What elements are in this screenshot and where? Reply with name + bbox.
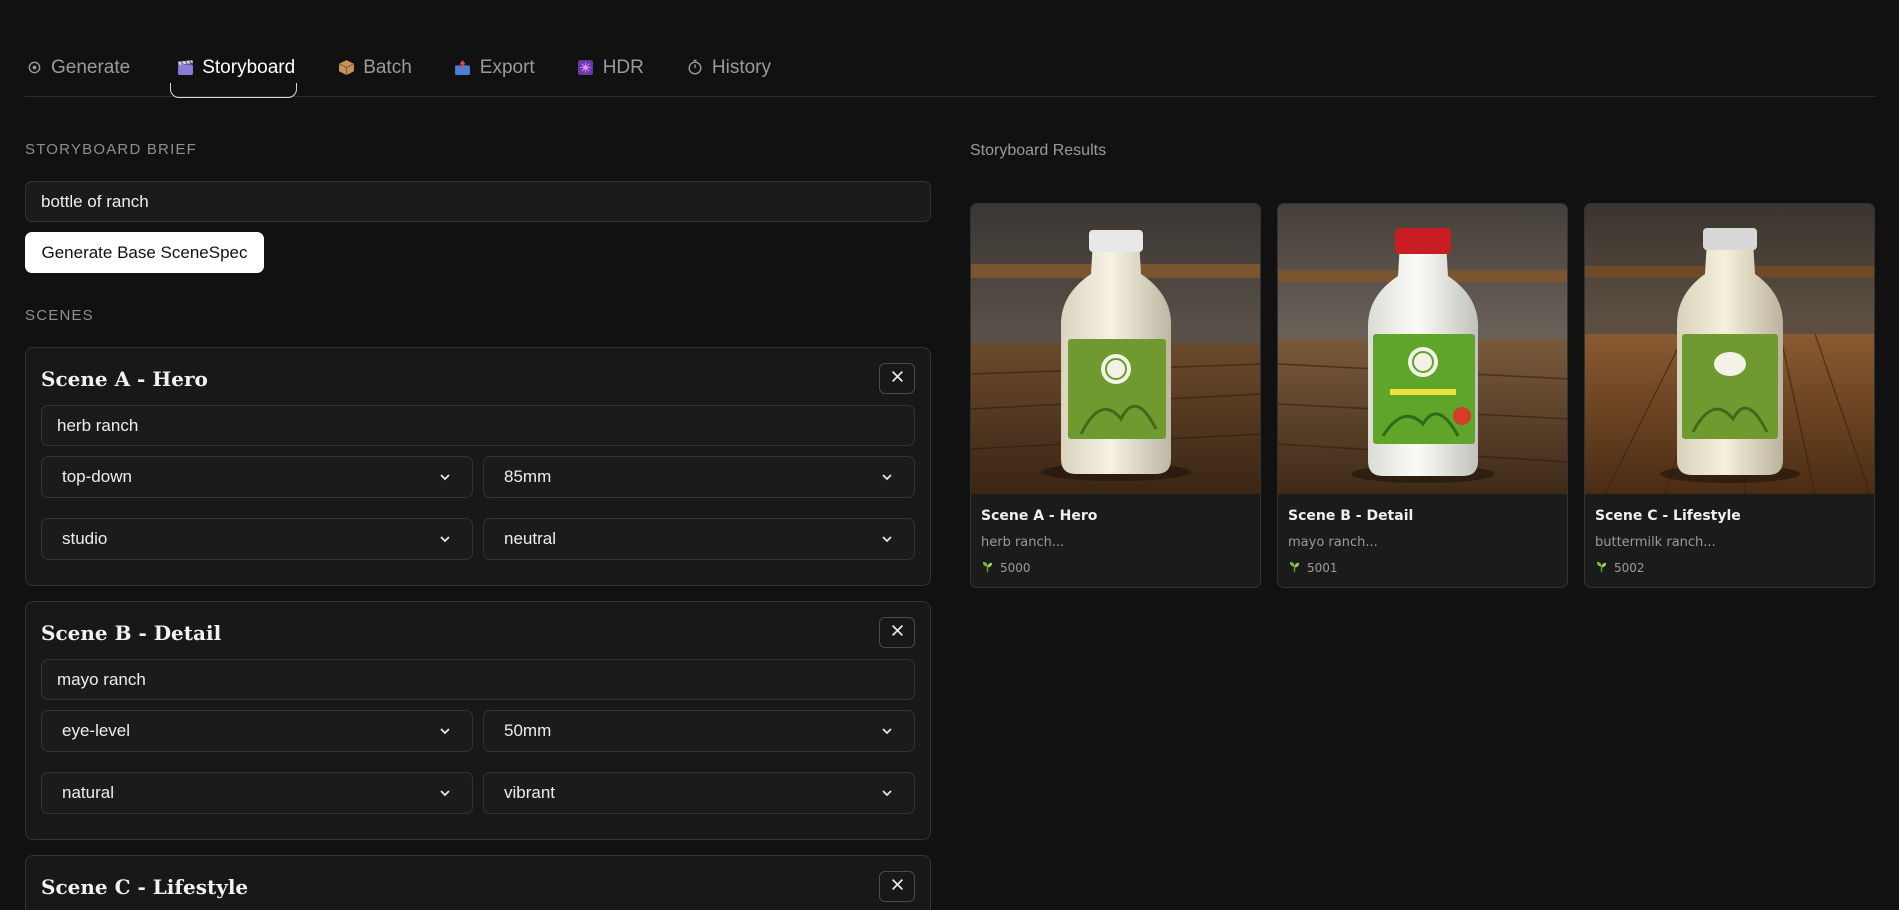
tab-label: Batch bbox=[363, 57, 412, 78]
chevron-down-icon bbox=[438, 786, 452, 800]
generate-base-scenespec-button[interactable]: Generate Base SceneSpec bbox=[25, 232, 264, 273]
chevron-down-icon bbox=[880, 532, 894, 546]
result-seed: 5001 bbox=[1288, 560, 1338, 576]
tab-label: Generate bbox=[51, 57, 131, 78]
select-value: eye-level bbox=[62, 721, 131, 740]
seed-value: 5000 bbox=[1000, 561, 1031, 575]
result-seed: 5000 bbox=[981, 560, 1031, 576]
select-value: studio bbox=[62, 529, 108, 548]
result-description: herb ranch... bbox=[981, 535, 1065, 550]
tab-history[interactable]: History bbox=[686, 50, 771, 97]
storyboard-brief-label: STORYBOARD BRIEF bbox=[25, 141, 198, 158]
stopwatch-icon bbox=[686, 58, 704, 76]
result-image bbox=[971, 204, 1260, 494]
select-value: 85mm bbox=[504, 467, 552, 486]
remove-scene-button[interactable] bbox=[879, 617, 915, 648]
chevron-down-icon bbox=[438, 470, 452, 484]
seed-value: 5001 bbox=[1307, 561, 1338, 575]
package-icon bbox=[337, 58, 355, 76]
tab-label: HDR bbox=[602, 57, 644, 78]
close-icon bbox=[891, 370, 904, 388]
scene-title: Scene A - Hero bbox=[41, 367, 208, 391]
storyboard-brief-input[interactable] bbox=[25, 181, 931, 222]
result-seed: 5002 bbox=[1595, 560, 1645, 576]
tab-bar: Generate Storyboard Batch Export HDR His… bbox=[25, 50, 1875, 98]
camera-angle-select[interactable]: top-down bbox=[41, 456, 473, 498]
scene-title: Scene C - Lifestyle bbox=[41, 875, 249, 899]
grade-select[interactable]: vibrant bbox=[483, 772, 915, 814]
result-image bbox=[1585, 204, 1874, 494]
result-description: mayo ranch... bbox=[1288, 535, 1378, 550]
remove-scene-button[interactable] bbox=[879, 363, 915, 394]
tab-generate[interactable]: Generate bbox=[25, 50, 130, 97]
seed-value: 5002 bbox=[1614, 561, 1645, 575]
outbox-icon bbox=[454, 58, 472, 76]
scene-card-b: Scene B - Detail eye-level 50mm natural … bbox=[25, 601, 931, 840]
scene-card-a: Scene A - Hero top-down 85mm studio neut… bbox=[25, 347, 931, 586]
tab-export[interactable]: Export bbox=[454, 50, 535, 97]
seedling-icon bbox=[981, 560, 994, 576]
chevron-down-icon bbox=[880, 470, 894, 484]
grade-select[interactable]: neutral bbox=[483, 518, 915, 560]
lighting-select[interactable]: natural bbox=[41, 772, 473, 814]
result-card-b[interactable]: Scene B - Detail mayo ranch... 5001 bbox=[1277, 203, 1568, 588]
tab-label: Storyboard bbox=[202, 57, 296, 78]
tab-hdr[interactable]: HDR bbox=[577, 50, 644, 97]
chevron-down-icon bbox=[880, 786, 894, 800]
chevron-down-icon bbox=[438, 532, 452, 546]
select-value: top-down bbox=[62, 467, 132, 486]
tab-storyboard[interactable]: Storyboard bbox=[170, 50, 298, 98]
select-value: vibrant bbox=[504, 783, 556, 802]
result-card-c[interactable]: Scene C - Lifestyle buttermilk ranch... … bbox=[1584, 203, 1875, 588]
scenes-label: SCENES bbox=[25, 307, 94, 324]
lighting-select[interactable]: studio bbox=[41, 518, 473, 560]
scene-title: Scene B - Detail bbox=[41, 621, 222, 645]
result-title: Scene C - Lifestyle bbox=[1595, 508, 1741, 524]
result-title: Scene A - Hero bbox=[981, 508, 1098, 524]
close-icon bbox=[891, 878, 904, 896]
sparkle-grid-icon bbox=[577, 58, 595, 76]
chevron-down-icon bbox=[438, 724, 452, 738]
lens-select[interactable]: 50mm bbox=[483, 710, 915, 752]
camera-angle-select[interactable]: eye-level bbox=[41, 710, 473, 752]
result-image bbox=[1278, 204, 1567, 494]
storyboard-results-label: Storyboard Results bbox=[970, 142, 1107, 159]
scene-prompt-input[interactable] bbox=[41, 405, 915, 446]
seedling-icon bbox=[1288, 560, 1301, 576]
close-icon bbox=[891, 624, 904, 642]
scene-card-c: Scene C - Lifestyle bbox=[25, 855, 931, 910]
lens-select[interactable]: 85mm bbox=[483, 456, 915, 498]
result-title: Scene B - Detail bbox=[1288, 508, 1414, 524]
chevron-down-icon bbox=[880, 724, 894, 738]
tab-label: History bbox=[711, 57, 771, 78]
seedling-icon bbox=[1595, 560, 1608, 576]
result-card-a[interactable]: Scene A - Hero herb ranch... 5000 bbox=[970, 203, 1261, 588]
result-description: buttermilk ranch... bbox=[1595, 535, 1716, 550]
tab-label: Export bbox=[479, 57, 535, 78]
gear-icon bbox=[25, 58, 43, 76]
select-value: natural bbox=[62, 783, 114, 802]
select-value: 50mm bbox=[504, 721, 552, 740]
remove-scene-button[interactable] bbox=[879, 871, 915, 902]
tab-batch[interactable]: Batch bbox=[337, 50, 412, 97]
scene-prompt-input[interactable] bbox=[41, 659, 915, 700]
clapperboard-icon bbox=[176, 58, 194, 76]
select-value: neutral bbox=[504, 529, 556, 548]
